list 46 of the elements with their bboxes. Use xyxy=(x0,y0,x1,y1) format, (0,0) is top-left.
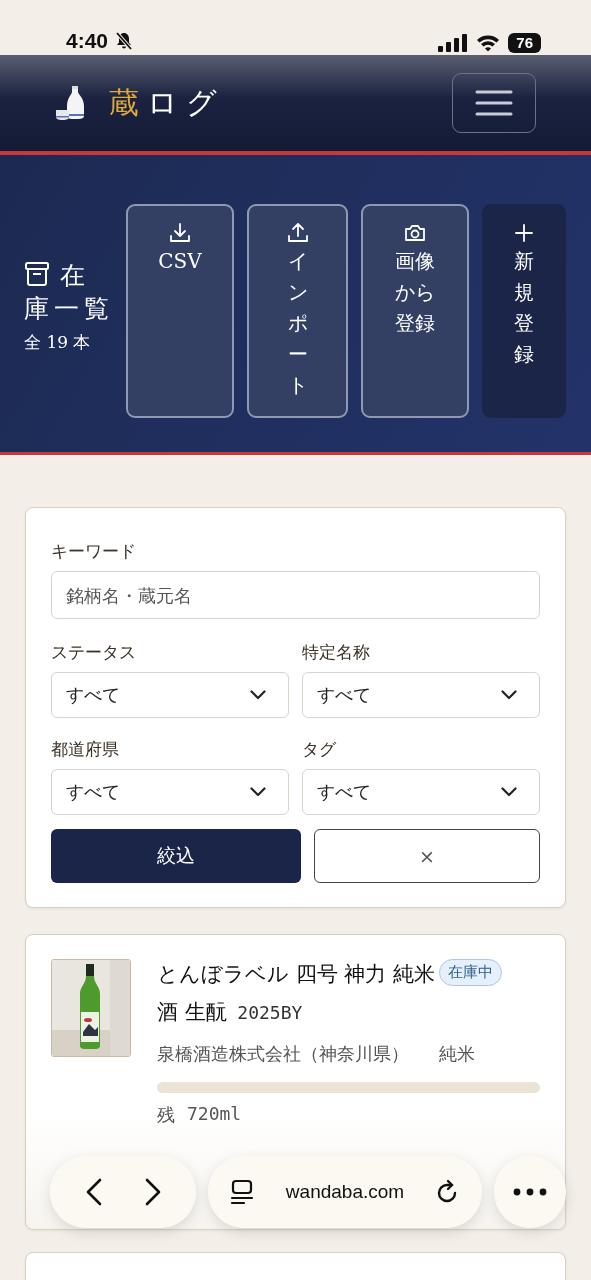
bottle-count: 全 19 本 xyxy=(24,331,92,354)
upload-icon xyxy=(286,222,309,244)
field-label: ステータス xyxy=(51,641,137,664)
app-logo[interactable]: 蔵 ログ xyxy=(109,82,225,124)
chevron-down-icon xyxy=(250,690,266,700)
tabs-icon[interactable] xyxy=(230,1179,254,1205)
grade-text: 純米 xyxy=(439,1042,475,1066)
chevron-down-icon xyxy=(501,787,517,797)
filter-button[interactable]: 絞込 xyxy=(51,829,301,883)
signal-icon xyxy=(438,34,469,52)
keyword-field[interactable]: 銘柄名・蔵元名 xyxy=(51,571,540,619)
download-icon xyxy=(169,222,191,244)
url-text[interactable]: wandaba.com xyxy=(285,1181,405,1203)
clock-time: 4:40 xyxy=(66,29,109,53)
plus-icon xyxy=(513,222,535,244)
action-button[interactable]: インポート xyxy=(247,204,348,418)
action-button[interactable]: 新規登録 xyxy=(482,204,566,418)
archive-box-icon xyxy=(24,261,50,287)
dropdown-field[interactable]: すべて xyxy=(302,672,540,718)
address-bar[interactable]: wandaba.com xyxy=(208,1156,482,1228)
status-badge: 在庫中 xyxy=(439,959,502,986)
remaining-label: 残 xyxy=(157,1103,175,1127)
muted-bell-icon xyxy=(114,31,135,51)
chevron-down-icon xyxy=(250,787,266,797)
remaining-amount: 720ml xyxy=(187,1103,242,1126)
back-icon[interactable] xyxy=(85,1178,102,1206)
more-icon xyxy=(513,1188,547,1196)
page-title: 在庫一覧 xyxy=(24,260,115,325)
dropdown-field[interactable]: すべて xyxy=(51,769,289,815)
dropdown-field[interactable]: すべて xyxy=(51,672,289,718)
action-button[interactable]: CSV xyxy=(126,204,234,418)
menu-button[interactable] xyxy=(452,73,536,133)
camera-icon xyxy=(404,222,426,244)
dropdown-field[interactable]: すべて xyxy=(302,769,540,815)
brewery-text: 泉橋酒造株式会社（神奈川県） xyxy=(157,1042,409,1066)
field-label: 特定名称 xyxy=(302,641,371,664)
field-label: タグ xyxy=(302,738,337,761)
chevron-down-icon xyxy=(501,690,517,700)
field-label: 都道府県 xyxy=(51,738,120,761)
menu-icon xyxy=(475,89,513,117)
clear-button[interactable]: × xyxy=(313,829,540,883)
wifi-icon xyxy=(476,34,501,52)
field-label: キーワード xyxy=(51,540,137,563)
battery-indicator: 76 xyxy=(508,33,541,53)
action-button[interactable]: 画像から登録 xyxy=(361,204,469,418)
forward-icon[interactable] xyxy=(144,1178,161,1206)
